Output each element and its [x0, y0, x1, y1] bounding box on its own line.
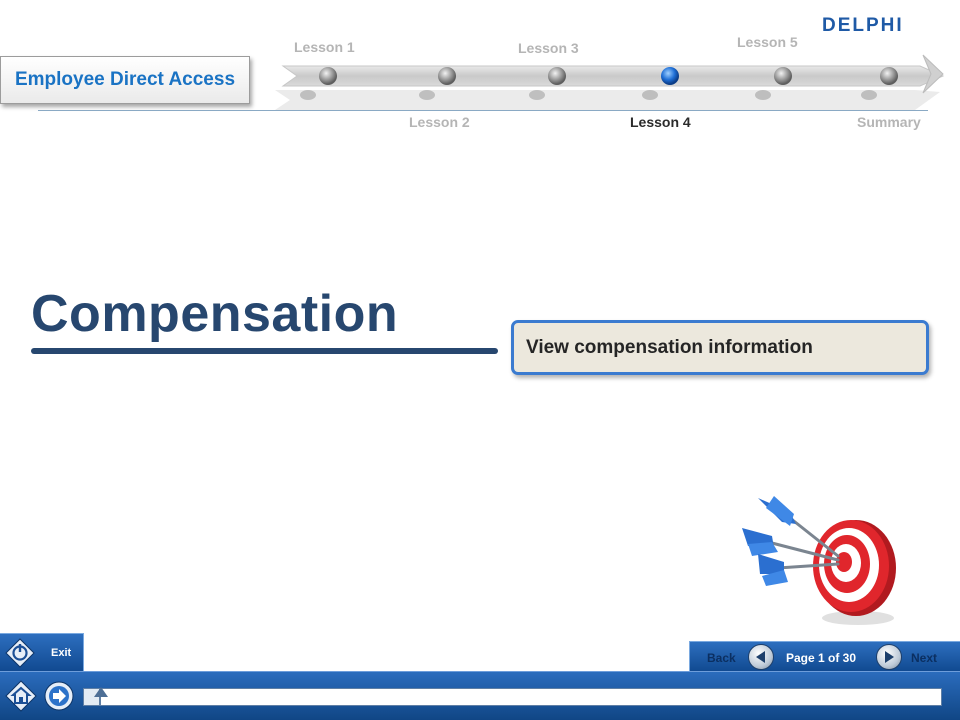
page-title: Compensation	[31, 285, 399, 343]
next-label[interactable]: Next	[911, 651, 937, 665]
exit-tab[interactable]: Exit	[0, 633, 84, 671]
back-button[interactable]	[748, 644, 774, 670]
page-counter: Page 1 of 30	[786, 651, 857, 665]
summary-node[interactable]	[880, 67, 898, 85]
forward-arrow-icon[interactable]	[43, 680, 75, 712]
lesson-3-node[interactable]	[548, 67, 566, 85]
lesson-objective: View compensation information	[511, 320, 929, 375]
back-arrow-icon	[756, 651, 765, 663]
dartboard-icon	[742, 496, 896, 625]
lesson-label-2[interactable]: Lesson 2	[409, 114, 470, 130]
lesson-2-node[interactable]	[438, 67, 456, 85]
lesson-1-node[interactable]	[319, 67, 337, 85]
page-navigation: Back Page 1 of 30 Next	[689, 641, 960, 671]
back-label[interactable]: Back	[707, 651, 736, 665]
lesson-4-node-current[interactable]	[661, 67, 679, 85]
lesson-label-3[interactable]: Lesson 3	[518, 40, 579, 56]
title-underline	[31, 348, 498, 354]
progress-marker[interactable]	[94, 687, 108, 697]
lesson-timeline: Lesson 1 Lesson 2 Lesson 3 Lesson 4 Less…	[275, 30, 960, 135]
power-icon[interactable]	[5, 638, 35, 668]
lesson-label-1[interactable]: Lesson 1	[294, 39, 355, 55]
course-title: Employee Direct Access	[0, 56, 250, 104]
lesson-label-5[interactable]: Lesson 5	[737, 34, 798, 50]
lesson-objective-text: View compensation information	[526, 336, 813, 358]
course-progress-bar[interactable]	[83, 687, 942, 706]
header-divider	[38, 110, 928, 111]
exit-label[interactable]: Exit	[51, 647, 71, 659]
bottom-toolbar	[0, 671, 960, 720]
next-arrow-icon	[885, 651, 894, 663]
lesson-label-summary[interactable]: Summary	[857, 114, 921, 130]
home-icon[interactable]	[5, 680, 37, 712]
lesson-label-4-current[interactable]: Lesson 4	[630, 114, 691, 130]
course-title-text: Employee Direct Access	[14, 69, 236, 90]
lesson-5-node[interactable]	[774, 67, 792, 85]
next-button[interactable]	[876, 644, 902, 670]
